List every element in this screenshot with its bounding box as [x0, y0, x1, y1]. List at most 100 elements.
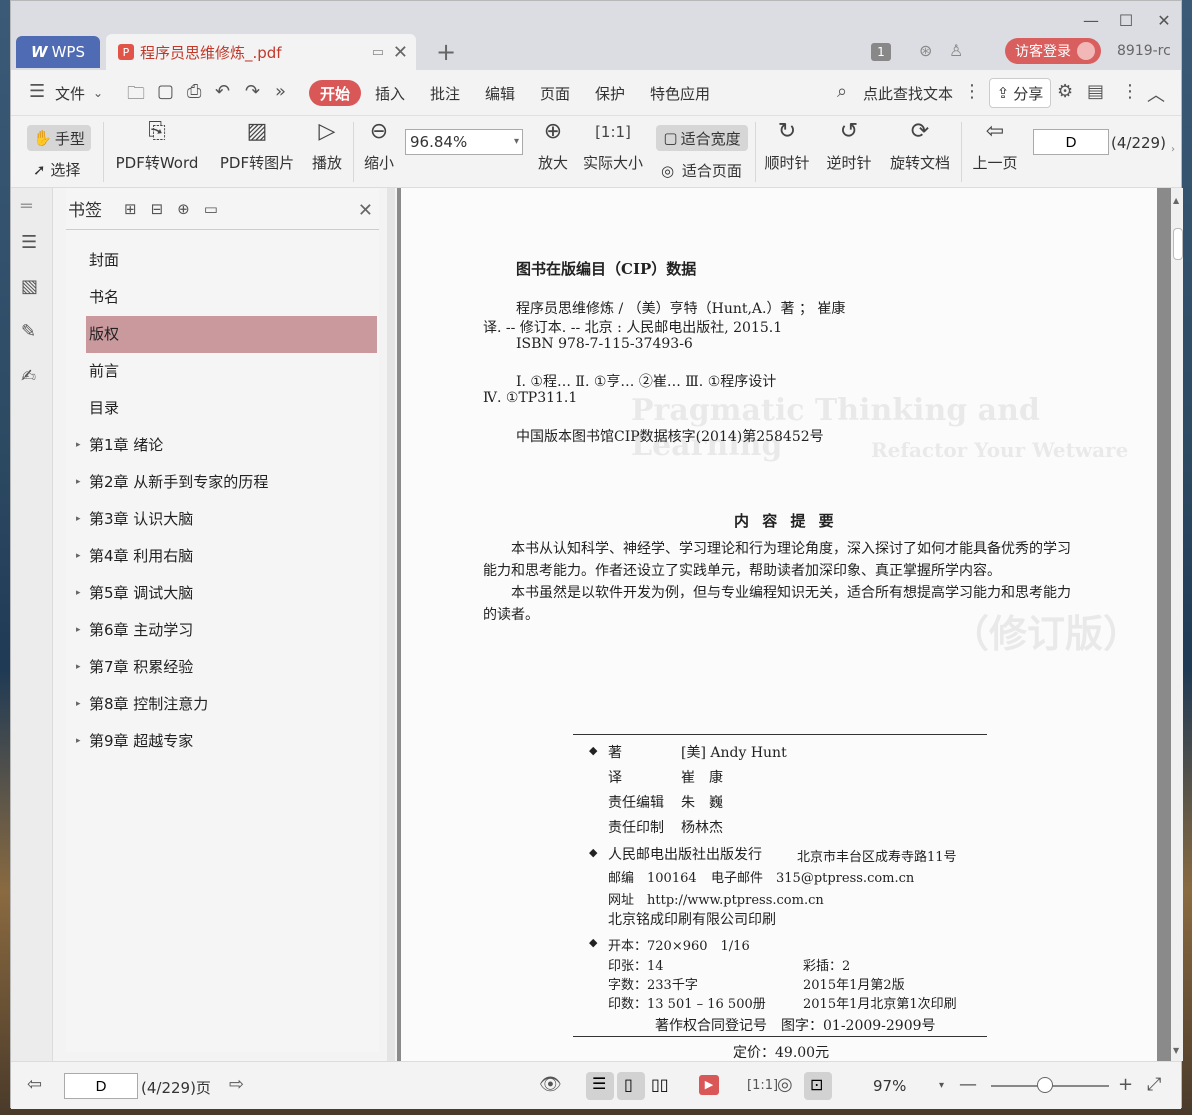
expand-all-icon[interactable]: ⊞	[124, 200, 151, 218]
panel-splitter[interactable]	[387, 188, 395, 1061]
add-bookmark-icon[interactable]: ⊕	[177, 200, 204, 218]
select-tool-button[interactable]: ➚ 选择	[33, 159, 80, 180]
share-button[interactable]: ⇪ 分享	[989, 78, 1051, 108]
menu-file[interactable]: 文件	[55, 83, 85, 104]
double-page-button[interactable]: ▯▯	[647, 1072, 675, 1100]
expand-triangle-icon[interactable]: ▸	[76, 575, 81, 612]
scroll-down-icon[interactable]: ▼	[1173, 1046, 1179, 1055]
zoom-out-button[interactable]: ⊖ 缩小	[359, 116, 399, 173]
save-icon[interactable]: ▢	[157, 81, 174, 102]
bookmark-item[interactable]: ▸ 第9章 超越专家	[66, 723, 379, 760]
fullscreen-icon[interactable]: ⤢	[1147, 1074, 1161, 1095]
expand-triangle-icon[interactable]: ▸	[76, 538, 81, 575]
actual-size-status-icon[interactable]: [1:1]	[747, 1078, 778, 1093]
menu-insert[interactable]: 插入	[375, 83, 405, 104]
window-mode-icon[interactable]: ▭	[372, 45, 384, 60]
bookmark-item[interactable]: ▸ 第5章 调试大脑	[66, 575, 379, 612]
zoom-slider-knob[interactable]	[1037, 1077, 1053, 1093]
bookmark-item[interactable]: ▸ 第4章 利用右脑	[66, 538, 379, 575]
tab-document[interactable]: P 程序员思维修炼_.pdf ▭ ✕	[106, 34, 416, 70]
bookmark-item[interactable]: 书名	[66, 279, 379, 316]
search-box[interactable]: 点此查找文本	[863, 83, 953, 104]
bookmark-settings-icon[interactable]: ▭	[204, 200, 232, 218]
status-page-input[interactable]	[64, 1073, 138, 1099]
tab-wps[interactable]: W WPS	[16, 36, 100, 68]
bookmark-item[interactable]: ▸ 第8章 控制注意力	[66, 686, 379, 723]
bookmark-item[interactable]: ▸ 第6章 主动学习	[66, 612, 379, 649]
bookmark-item[interactable]: 封面	[66, 242, 379, 279]
pdf-to-word-button[interactable]: ⎘ PDF转Word	[115, 116, 199, 173]
open-folder-icon[interactable]: 🗀	[127, 81, 145, 111]
next-page-arrow-icon[interactable]: ⇨	[229, 1074, 244, 1095]
eye-protection-icon[interactable]: 👁	[539, 1074, 562, 1095]
bookmark-item[interactable]: ▸ 第1章 绪论	[66, 427, 379, 464]
hand-tool-button[interactable]: ✋ 手型	[27, 125, 91, 151]
rotate-counterclockwise-button[interactable]: ↺ 逆时针	[823, 116, 875, 173]
menu-start[interactable]: 开始	[309, 80, 361, 106]
zoom-plus-icon[interactable]: +	[1118, 1074, 1133, 1095]
document-viewport[interactable]: Pragmatic Thinking and Learning Refactor…	[397, 188, 1171, 1061]
bookmark-item[interactable]: ▸ 第3章 认识大脑	[66, 501, 379, 538]
redo-icon[interactable]: ↷	[245, 81, 260, 102]
bookmark-item[interactable]: ▸ 第2章 从新手到专家的历程	[66, 464, 379, 501]
prev-page-arrow-icon[interactable]: ⇦	[27, 1074, 42, 1095]
sync-icon[interactable]: ⊛	[919, 41, 932, 60]
annotation-icon[interactable]: ✎	[21, 321, 36, 342]
menu-page[interactable]: 页面	[540, 83, 570, 104]
close-tab-icon[interactable]: ✕	[393, 42, 408, 63]
comment-icon[interactable]: ▤	[1087, 81, 1104, 102]
rotate-clockwise-button[interactable]: ↻ 顺时针	[761, 116, 813, 173]
settings-gear-icon[interactable]: ⚙	[1057, 81, 1073, 102]
bookmark-list-icon[interactable]: ☰	[21, 232, 37, 253]
visitor-login-button[interactable]: 访客登录	[1005, 38, 1101, 64]
fit-page-button[interactable]: ◎ 适合页面	[661, 160, 742, 181]
expand-triangle-icon[interactable]: ▸	[76, 612, 81, 649]
new-tab-icon[interactable]: +	[436, 38, 456, 66]
fit-width-button[interactable]: ▢ 适合宽度	[656, 125, 748, 151]
close-panel-icon[interactable]: ✕	[358, 200, 373, 221]
status-zoom-value[interactable]: 97%	[873, 1077, 906, 1095]
pdf-to-image-button[interactable]: ▨ PDF转图片	[215, 116, 299, 173]
more-options-icon[interactable]: ⋮	[1121, 81, 1139, 102]
scroll-up-icon[interactable]: ▲	[1173, 196, 1179, 205]
single-page-button[interactable]: ▯	[617, 1072, 645, 1100]
expand-triangle-icon[interactable]: ▸	[76, 501, 81, 538]
rotate-document-button[interactable]: ⟳ 旋转文档	[887, 116, 953, 173]
fit-page-status-icon[interactable]: ◎	[777, 1074, 793, 1095]
bookmark-item[interactable]: 前言	[66, 353, 379, 390]
continuous-view-button[interactable]: ☰	[586, 1072, 614, 1100]
zoom-minus-icon[interactable]: —	[959, 1074, 977, 1095]
play-button[interactable]: ▷ 播放	[307, 116, 347, 173]
actual-size-button[interactable]: [1:1] 实际大小	[581, 116, 645, 173]
zoom-dropdown-icon[interactable]: ▾	[939, 1080, 944, 1091]
menu-edit[interactable]: 编辑	[485, 83, 515, 104]
more-vertical-icon[interactable]: ⋮	[963, 81, 981, 102]
bookmark-item[interactable]: ▸ 第7章 积累经验	[66, 649, 379, 686]
bookmark-item[interactable]: 版权	[86, 316, 377, 353]
collapse-ribbon-icon[interactable]: ︿	[1147, 81, 1165, 107]
print-icon[interactable]: ⎙	[187, 81, 201, 102]
toolbar-scroll-right-icon[interactable]: ›	[1171, 144, 1175, 155]
skin-icon[interactable]: ♙	[949, 41, 963, 60]
expand-triangle-icon[interactable]: ▸	[76, 427, 81, 464]
menu-annotate[interactable]: 批注	[430, 83, 460, 104]
prev-page-button[interactable]: ⇦ 上一页	[969, 116, 1021, 173]
bookmark-item[interactable]: 目录	[66, 390, 379, 427]
minimize-icon[interactable]: —	[1076, 11, 1106, 30]
scroll-thumb[interactable]	[1173, 228, 1183, 260]
window-count-badge[interactable]: 1	[871, 43, 891, 61]
more-chevron-icon[interactable]: »	[275, 81, 286, 102]
undo-icon[interactable]: ↶	[215, 81, 230, 102]
search-icon[interactable]: ⌕	[837, 81, 847, 102]
signature-icon[interactable]: ✍	[21, 366, 36, 387]
expand-triangle-icon[interactable]: ▸	[76, 686, 81, 723]
expand-triangle-icon[interactable]: ▸	[76, 723, 81, 760]
menu-protect[interactable]: 保护	[595, 83, 625, 104]
collapse-all-icon[interactable]: ⊟	[151, 200, 178, 218]
fit-width-status-button[interactable]: ⊡	[804, 1072, 832, 1100]
expand-triangle-icon[interactable]: ▸	[76, 464, 81, 501]
page-number-input[interactable]	[1033, 129, 1109, 155]
zoom-select[interactable]: 96.84% ▾	[405, 129, 523, 155]
zoom-in-button[interactable]: ⊕ 放大	[533, 116, 573, 173]
chevron-down-icon[interactable]: ⌄	[93, 86, 103, 100]
